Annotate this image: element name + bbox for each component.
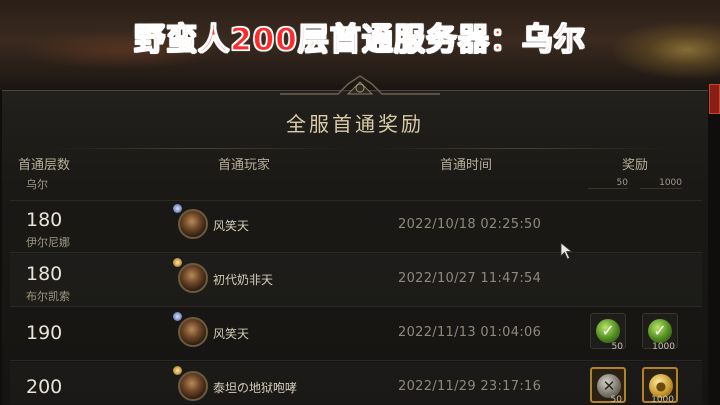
player-name: 风笑天	[213, 219, 250, 233]
rank-badge-icon	[173, 312, 182, 321]
server-name: 乌尔	[26, 178, 48, 191]
player-avatar[interactable]	[178, 317, 208, 347]
clear-time: 2022/10/18 02:25:50	[398, 217, 542, 232]
overlay-caption: 野蛮人200层首通服务器：乌尔	[134, 21, 586, 58]
floor-number: 180	[26, 263, 63, 285]
column-header-reward: 奖励	[622, 158, 649, 173]
table-row[interactable]: 180 布尔凯索 初代奶非天 2022/10/27 11:47:54	[10, 254, 702, 307]
table-row[interactable]: 190 风笑天 2022/11/13 01:04:06 ✓ 50 ✓ 1000	[10, 308, 702, 361]
floor-number: 190	[26, 322, 63, 344]
side-tab[interactable]	[709, 84, 720, 114]
panel-title: 全服首通奖励	[286, 112, 424, 136]
reward-amount: 50	[588, 178, 628, 189]
server-name: 伊尔尼娜	[26, 236, 70, 249]
panel-crest-ornament	[280, 75, 440, 95]
check-icon: ✓	[596, 319, 620, 343]
table-row[interactable]: 200 泰坦の地狱咆哮 2022/11/29 23:17:16 ✕ 50 ● 1…	[10, 362, 702, 404]
player-avatar[interactable]	[178, 263, 208, 293]
reward-amount: 1000	[640, 178, 682, 189]
clear-time: 2022/11/29 23:17:16	[398, 379, 542, 394]
player-name: 风笑天	[213, 327, 250, 341]
player-name: 泰坦の地狱咆哮	[213, 381, 298, 395]
reward-amount: 1000	[652, 342, 675, 352]
rank-badge-icon	[173, 258, 182, 267]
reward-slot[interactable]: ✓ 1000	[642, 313, 678, 352]
column-header-time: 首通时间	[440, 158, 493, 173]
reward-amount: 50	[610, 395, 622, 404]
player-avatar[interactable]	[178, 209, 208, 239]
reward-amount: 1000	[651, 395, 674, 404]
first-clear-list[interactable]: 乌尔 50 1000 180 伊尔尼娜 风笑天 2022/10/18 02:25…	[10, 178, 702, 404]
rank-badge-icon	[173, 366, 182, 375]
table-header: 首通层数 首通玩家 首通时间 奖励	[2, 148, 708, 176]
clear-time: 2022/10/27 11:47:54	[398, 271, 542, 286]
mouse-cursor-icon	[560, 242, 573, 260]
check-icon: ✓	[648, 319, 672, 343]
column-header-player: 首通玩家	[218, 158, 271, 173]
player-avatar[interactable]	[178, 371, 208, 401]
server-name: 布尔凯索	[26, 290, 70, 303]
reward-amount: 50	[611, 342, 623, 352]
floor-number: 200	[26, 376, 63, 398]
floor-number: 180	[26, 209, 63, 231]
player-name: 初代奶非天	[213, 273, 274, 287]
reward-slot[interactable]: ✓ 50	[590, 313, 626, 352]
table-row[interactable]: 180 伊尔尼娜 风笑天 2022/10/18 02:25:50	[10, 200, 702, 253]
rank-badge-icon	[173, 204, 182, 213]
reward-slot[interactable]: ✕ 50	[590, 367, 626, 404]
column-header-floor: 首通层数	[18, 158, 71, 173]
reward-slot[interactable]: ● 1000	[642, 367, 678, 404]
table-row-partial: 乌尔 50 1000	[10, 178, 702, 201]
clear-time: 2022/11/13 01:04:06	[398, 325, 542, 340]
